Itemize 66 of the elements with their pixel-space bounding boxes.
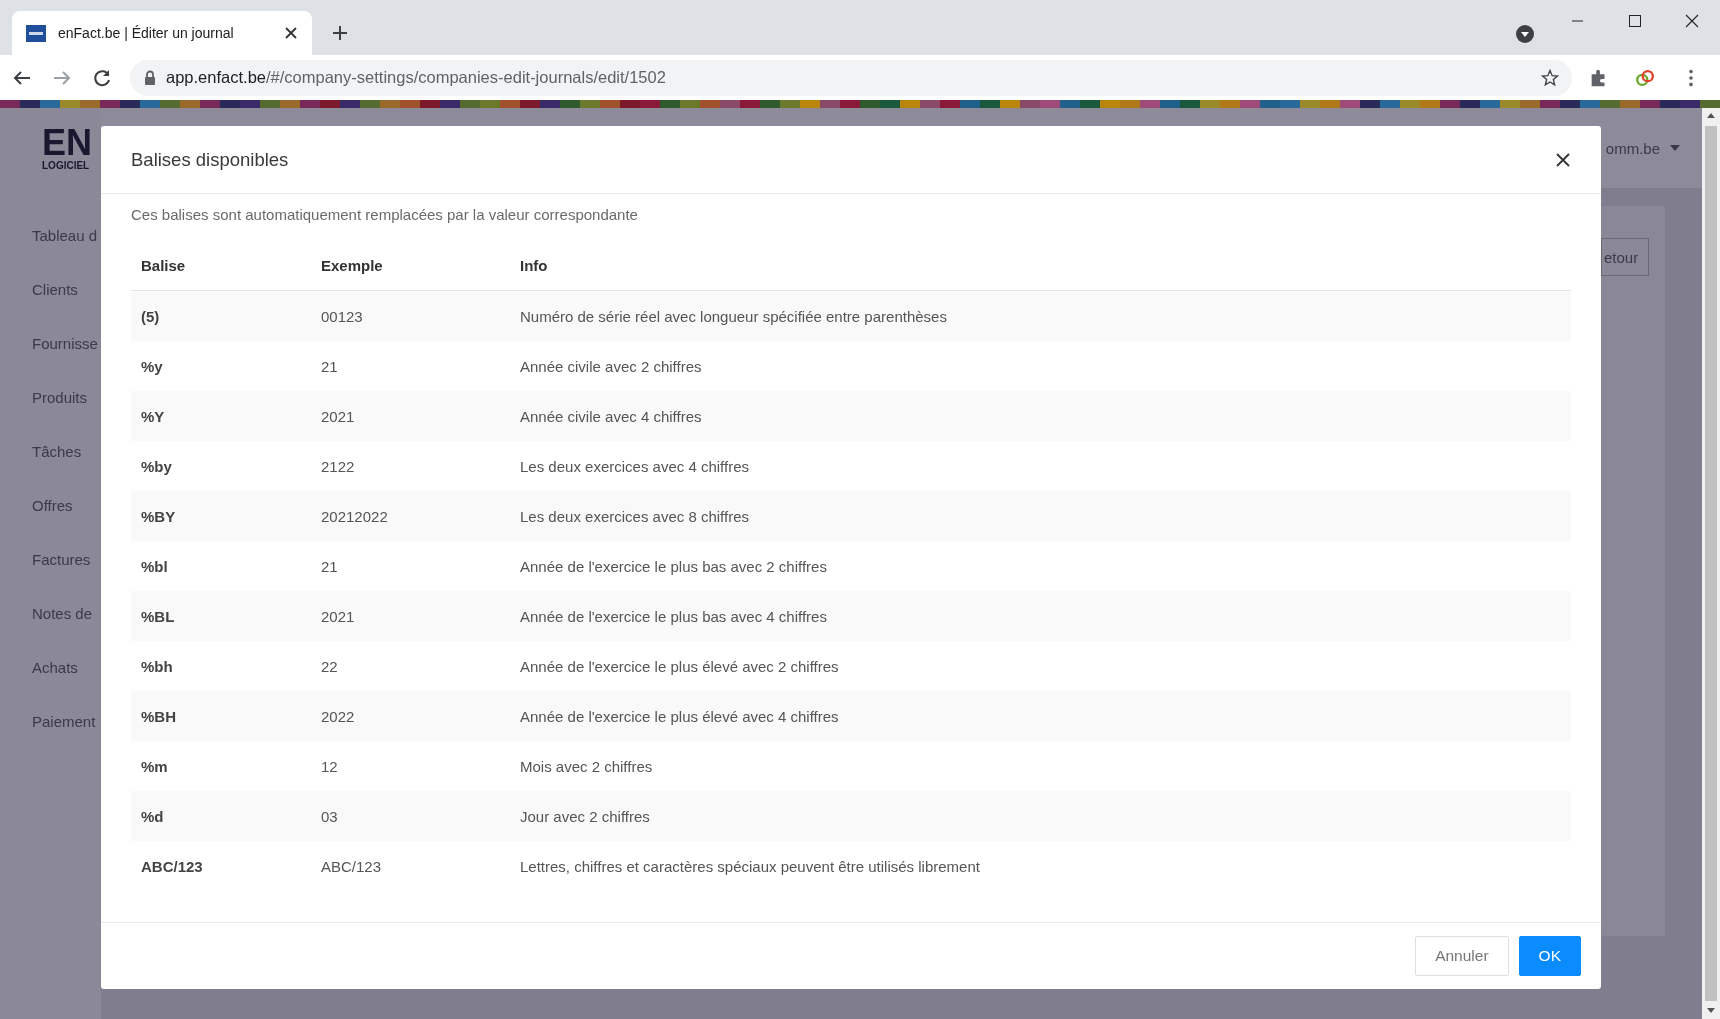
table-cell: Jour avec 2 chiffres [510, 791, 1571, 841]
table-cell: ABC/123 [131, 841, 311, 891]
browser-tab[interactable]: enFact.be | Éditer un journal [12, 11, 312, 55]
table-cell: %BL [131, 591, 311, 641]
sidebar-item[interactable]: Factures [32, 549, 101, 570]
table-cell: ABC/123 [311, 841, 510, 891]
table-cell: %m [131, 741, 311, 791]
star-icon[interactable] [1540, 67, 1560, 88]
table-cell: 20212022 [311, 491, 510, 541]
sidebar-item[interactable]: Produits [32, 387, 101, 408]
table-cell: Année de l'exercice le plus bas avec 2 chiffres [510, 541, 1571, 591]
table-cell: %BH [131, 691, 311, 741]
lock-icon [144, 70, 156, 85]
table-cell: %y [131, 341, 311, 391]
table-cell: Numéro de série réel avec longueur spécifiée entre parenthèses [510, 290, 1571, 341]
logo-text: EN [42, 126, 93, 160]
table-cell: %bh [131, 641, 311, 691]
address-bar[interactable]: app.enfact.be/#/company-settings/companies-edit-journals/edit/1502 [130, 59, 1572, 96]
table-cell: (5) [131, 290, 311, 341]
table-cell: 22 [311, 641, 510, 691]
table-cell: 12 [311, 741, 510, 791]
caret-icon [1670, 145, 1680, 151]
table-cell: %by [131, 441, 311, 491]
table-cell: 2022 [311, 691, 510, 741]
table-cell: 21 [311, 341, 510, 391]
dialog-description: Ces balises sont automatiquement remplacées par la valeur correspondante [131, 205, 639, 225]
column-header: Info [510, 240, 1571, 291]
close-tab-icon[interactable] [284, 26, 298, 40]
table-cell: %BY [131, 491, 311, 541]
sidebar-item[interactable]: Tâches [32, 441, 101, 462]
back-button[interactable]: etour [1601, 238, 1649, 276]
sidebar-item[interactable]: Clients [32, 279, 101, 300]
sidebar-item[interactable]: Fournisse [32, 333, 101, 354]
table-cell: 00123 [311, 290, 510, 341]
cancel-button[interactable]: Annuler [1415, 936, 1509, 976]
table-cell: 2021 [311, 391, 510, 441]
table-cell: Les deux exercices avec 4 chiffres [510, 441, 1571, 491]
table-cell: Mois avec 2 chiffres [510, 741, 1571, 791]
dropdown-icon[interactable] [1515, 24, 1535, 44]
logo-subtitle: LOGICIEL [42, 160, 91, 171]
sidebar-item[interactable]: Notes de [32, 603, 101, 624]
table-cell: %d [131, 791, 311, 841]
sidebar-item[interactable]: Achats [32, 657, 101, 678]
column-header: Balise [131, 240, 311, 291]
table-cell: Année de l'exercice le plus élevé avec 2 chiffres [510, 641, 1571, 691]
table-cell: 2021 [311, 591, 510, 641]
sidebar-item[interactable]: Offres [32, 495, 101, 516]
table-cell: Année de l'exercice le plus élevé avec 4 chiffres [510, 691, 1571, 741]
table-cell: Année de l'exercice le plus bas avec 4 chiffres [510, 591, 1571, 641]
sidebar-item[interactable]: Paiement [32, 711, 101, 732]
table-cell: %bl [131, 541, 311, 591]
table-cell: 03 [311, 791, 510, 841]
dialog-title: Balises disponibles [131, 148, 289, 171]
sidebar-item[interactable]: Tableau d [32, 225, 101, 246]
column-header: Exemple [311, 240, 510, 291]
close-icon[interactable] [1555, 151, 1571, 168]
table-cell: Année civile avec 2 chiffres [510, 341, 1571, 391]
table-cell: 2122 [311, 441, 510, 491]
ok-button[interactable]: OK [1518, 936, 1581, 976]
table-cell: Année civile avec 4 chiffres [510, 391, 1571, 441]
site-logo-icon [26, 24, 46, 42]
table-cell: 21 [311, 541, 510, 591]
account-menu[interactable]: omm.be [1605, 139, 1680, 157]
table-cell: Lettres, chiffres et caractères spéciaux peuvent être utilisés librement [510, 841, 1571, 891]
table-cell: %Y [131, 391, 311, 441]
table-cell: Les deux exercices avec 8 chiffres [510, 491, 1571, 541]
